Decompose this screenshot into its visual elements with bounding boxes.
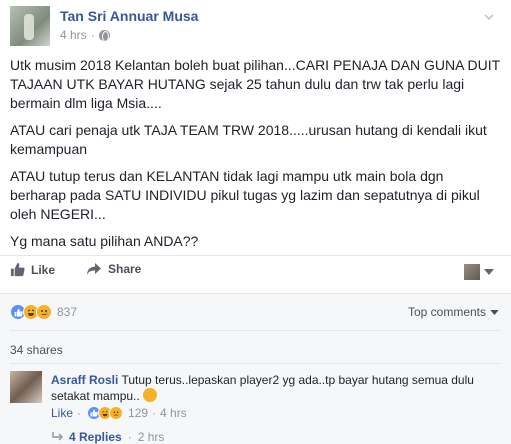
facebook-post-card: Tan Sri Annuar Musa 4 hrs · Utk musim 20… xyxy=(0,0,511,444)
author-avatar[interactable] xyxy=(10,6,50,46)
divider xyxy=(0,293,511,294)
comment-reaction-count: 129 xyxy=(128,406,149,420)
post-options-chevron-icon[interactable] xyxy=(484,12,494,22)
commenter-avatar[interactable] xyxy=(10,371,42,403)
caret-down-icon xyxy=(484,269,494,275)
view-replies-link[interactable]: 4 Replies · 2 hrs xyxy=(51,430,164,444)
top-comments-dropdown[interactable]: Top comments xyxy=(408,305,499,319)
reply-arrow-icon xyxy=(52,432,63,441)
like-label: Like xyxy=(31,262,56,277)
post-as-selector[interactable] xyxy=(464,264,494,280)
meta-dot: · xyxy=(77,406,82,420)
post-paragraph: ATAU tutup terus dan KELANTAN tidak lagi… xyxy=(10,168,480,222)
author-name[interactable]: Tan Sri Annuar Musa xyxy=(60,8,198,24)
post-paragraph: Utk musim 2018 Kelantan boleh buat pilih… xyxy=(10,57,500,111)
like-button[interactable]: Like xyxy=(10,262,55,277)
post-meta: 4 hrs · xyxy=(60,28,110,42)
share-arrow-icon xyxy=(87,263,101,275)
post-header: Tan Sri Annuar Musa 4 hrs · xyxy=(10,6,500,46)
replies-count: 4 Replies xyxy=(69,430,122,444)
comment-reactions[interactable] xyxy=(87,406,124,420)
post-body: Utk musim 2018 Kelantan boleh buat pilih… xyxy=(10,56,500,259)
share-label: Share xyxy=(108,262,142,276)
divider xyxy=(0,255,511,256)
caret-down-icon xyxy=(490,309,499,315)
comment-body: Asraff Rosli Tutup terus..lepaskan playe… xyxy=(51,372,491,404)
divider xyxy=(10,330,501,331)
top-comments-label: Top comments xyxy=(407,305,486,319)
shares-count[interactable]: 34 shares xyxy=(10,343,63,357)
thumbs-up-icon xyxy=(10,262,25,277)
replies-time: 2 hrs xyxy=(137,430,165,444)
globe-icon xyxy=(98,29,110,42)
reaction-count: 837 xyxy=(57,305,78,319)
post-paragraph: Yg mana satu pilihan ANDA?? xyxy=(10,233,199,249)
sad-reaction-icon xyxy=(36,304,52,320)
post-time[interactable]: 4 hrs xyxy=(60,28,87,42)
reactions-summary[interactable]: 837 xyxy=(10,303,77,321)
share-button[interactable]: Share xyxy=(86,262,141,276)
post-actions: Like Share xyxy=(10,262,500,284)
comment-time[interactable]: 4 hrs xyxy=(160,406,187,420)
post-paragraph: ATAU cari penaja utk TAJA TEAM TRW 2018.… xyxy=(10,122,487,157)
meta-dot: · xyxy=(127,430,132,444)
meta-dot: · xyxy=(152,406,157,420)
smile-emoji-icon xyxy=(142,388,157,402)
divider xyxy=(10,363,501,364)
commenter-name[interactable]: Asraff Rosli xyxy=(51,373,118,387)
sad-reaction-icon xyxy=(109,406,124,420)
comment-meta: Like · 129 · 4 hrs xyxy=(51,406,187,420)
page-avatar xyxy=(464,264,480,280)
comment-like-link[interactable]: Like xyxy=(51,406,73,420)
meta-dot: · xyxy=(90,28,95,42)
